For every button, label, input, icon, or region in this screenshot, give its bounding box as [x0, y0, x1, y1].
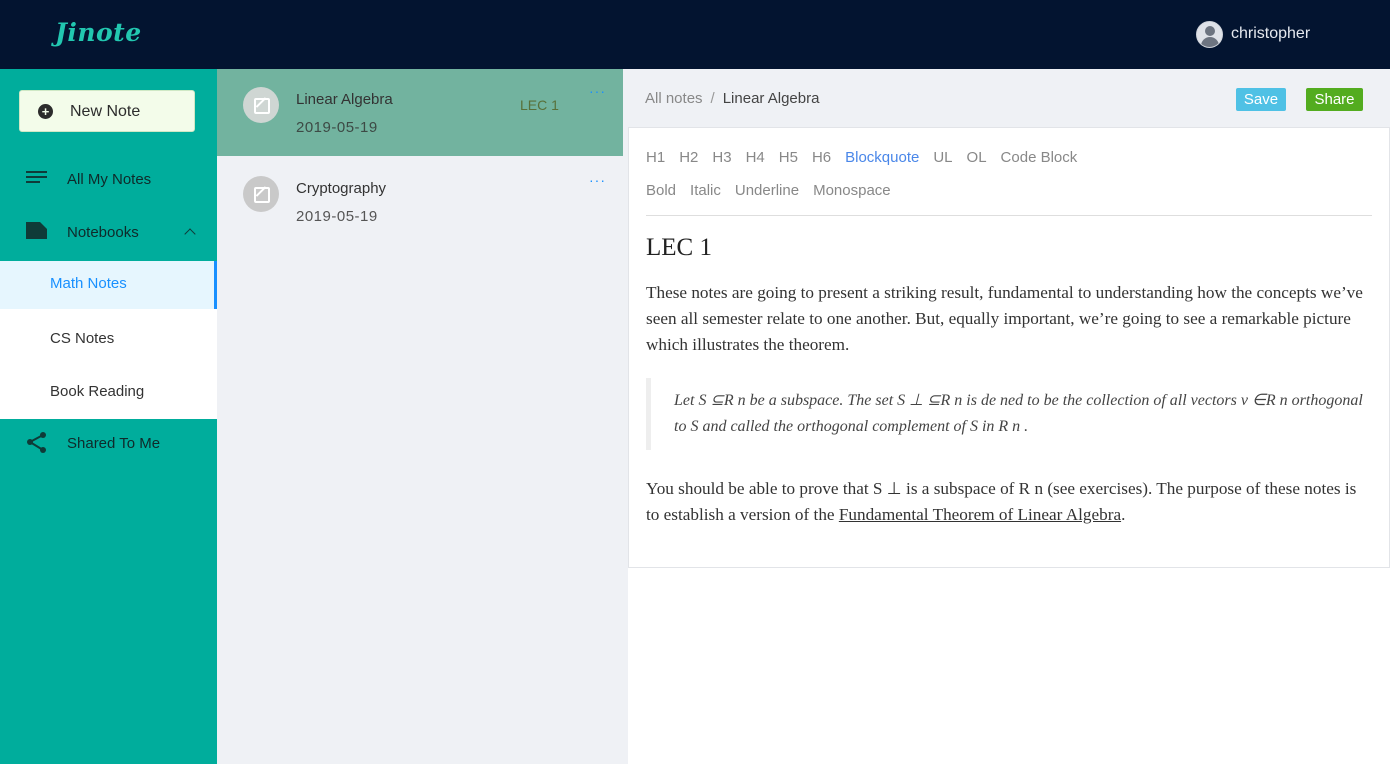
paragraph-text: .	[1121, 505, 1126, 524]
sidebar-item-shared[interactable]: Shared To Me	[0, 425, 217, 465]
notebook-label: Math Notes	[50, 275, 127, 292]
list-icon	[26, 171, 47, 183]
user-menu[interactable]: christopher	[1190, 20, 1390, 50]
toolbar-monospace-button[interactable]: Monospace	[813, 182, 891, 199]
notebook-icon	[26, 222, 47, 239]
notebook-list: Math Notes CS Notes Book Reading	[0, 261, 217, 419]
note-item[interactable]: Cryptography 2019-05-19 ···	[217, 158, 623, 245]
breadcrumb-current: Linear Algebra	[722, 90, 820, 107]
document-content[interactable]: LEC 1 These notes are going to present a…	[646, 234, 1372, 528]
toolbar-ul-button[interactable]: UL	[933, 149, 952, 166]
toolbar-code-block-button[interactable]: Code Block	[1001, 149, 1078, 166]
notebook-item-math-notes[interactable]: Math Notes	[0, 261, 217, 309]
breadcrumb-all-notes[interactable]: All notes	[645, 90, 703, 107]
toolbar-blockquote-button[interactable]: Blockquote	[845, 149, 919, 166]
toolbar-h3-button[interactable]: H3	[712, 149, 731, 166]
format-toolbar-styles: Bold Italic Underline Monospace	[646, 182, 905, 202]
toolbar-h1-button[interactable]: H1	[646, 149, 665, 166]
share-icon	[27, 432, 46, 453]
toolbar-ol-button[interactable]: OL	[967, 149, 987, 166]
sidebar-item-notebooks[interactable]: Notebooks	[0, 214, 217, 254]
theorem-link[interactable]: Fundamental Theorem of Linear Algebra	[839, 505, 1121, 524]
avatar[interactable]	[1196, 21, 1223, 48]
app-logo[interactable]: Jinote	[55, 18, 142, 47]
toolbar-h4-button[interactable]: H4	[746, 149, 765, 166]
breadcrumb: All notes / Linear Algebra	[645, 90, 819, 107]
sidebar-item-label: Shared To Me	[67, 435, 161, 452]
note-date: 2019-05-19	[296, 208, 378, 225]
notebook-item-cs-notes[interactable]: CS Notes	[0, 316, 217, 364]
notebook-item-book-reading[interactable]: Book Reading	[0, 369, 217, 417]
top-bar: Jinote christopher	[0, 0, 1390, 69]
toolbar-underline-button[interactable]: Underline	[735, 182, 799, 199]
more-options-icon[interactable]: ···	[589, 83, 606, 99]
note-item[interactable]: Linear Algebra 2019-05-19 LEC 1 ···	[217, 69, 623, 156]
notebook-label: Book Reading	[50, 383, 145, 400]
toolbar-h5-button[interactable]: H5	[779, 149, 798, 166]
sidebar-item-all-notes[interactable]: All My Notes	[0, 161, 217, 201]
blockquote[interactable]: Let S ⊆R n be a subspace. The set S ⊥ ⊆R…	[646, 378, 1372, 450]
note-title: Linear Algebra	[296, 91, 393, 108]
paragraph[interactable]: You should be able to prove that S ⊥ is …	[646, 476, 1372, 528]
toolbar-italic-button[interactable]: Italic	[690, 182, 721, 199]
note-date: 2019-05-19	[296, 119, 378, 136]
plus-circle-icon: +	[38, 104, 53, 119]
new-note-button[interactable]: + New Note	[19, 90, 195, 132]
note-list: Linear Algebra 2019-05-19 LEC 1 ··· Cryp…	[217, 69, 623, 764]
share-button[interactable]: Share	[1306, 88, 1363, 111]
format-toolbar-headings: H1 H2 H3 H4 H5 H6 Blockquote UL OL Code Block	[646, 149, 1091, 169]
toolbar-h6-button[interactable]: H6	[812, 149, 831, 166]
paragraph[interactable]: These notes are going to present a strik…	[646, 280, 1372, 358]
document-heading[interactable]: LEC 1	[646, 234, 1372, 262]
rich-text-editor[interactable]: H1 H2 H3 H4 H5 H6 Blockquote UL OL Code Block Bol…	[628, 127, 1390, 568]
note-title: Cryptography	[296, 180, 387, 197]
toolbar-h2-button[interactable]: H2	[679, 149, 698, 166]
toolbar-divider	[646, 215, 1372, 216]
edit-note-icon	[243, 87, 279, 123]
toolbar-bold-button[interactable]: Bold	[646, 182, 676, 199]
save-button[interactable]: Save	[1236, 88, 1286, 111]
sidebar: + New Note All My Notes Notebooks Math N…	[0, 69, 217, 764]
username[interactable]: christopher	[1231, 25, 1310, 43]
notebook-label: CS Notes	[50, 330, 115, 347]
editor-blank-area	[628, 568, 1390, 764]
editor-pane: All notes / Linear Algebra Save Share H1 H2…	[623, 69, 1390, 764]
note-tag: LEC 1	[520, 97, 559, 113]
more-options-icon[interactable]: ···	[589, 172, 606, 188]
chevron-up-icon[interactable]	[184, 228, 196, 240]
sidebar-item-label: Notebooks	[67, 224, 139, 241]
sidebar-item-label: All My Notes	[67, 171, 152, 188]
edit-note-icon	[243, 176, 279, 212]
new-note-label: New Note	[70, 103, 141, 120]
breadcrumb-separator: /	[710, 90, 715, 107]
